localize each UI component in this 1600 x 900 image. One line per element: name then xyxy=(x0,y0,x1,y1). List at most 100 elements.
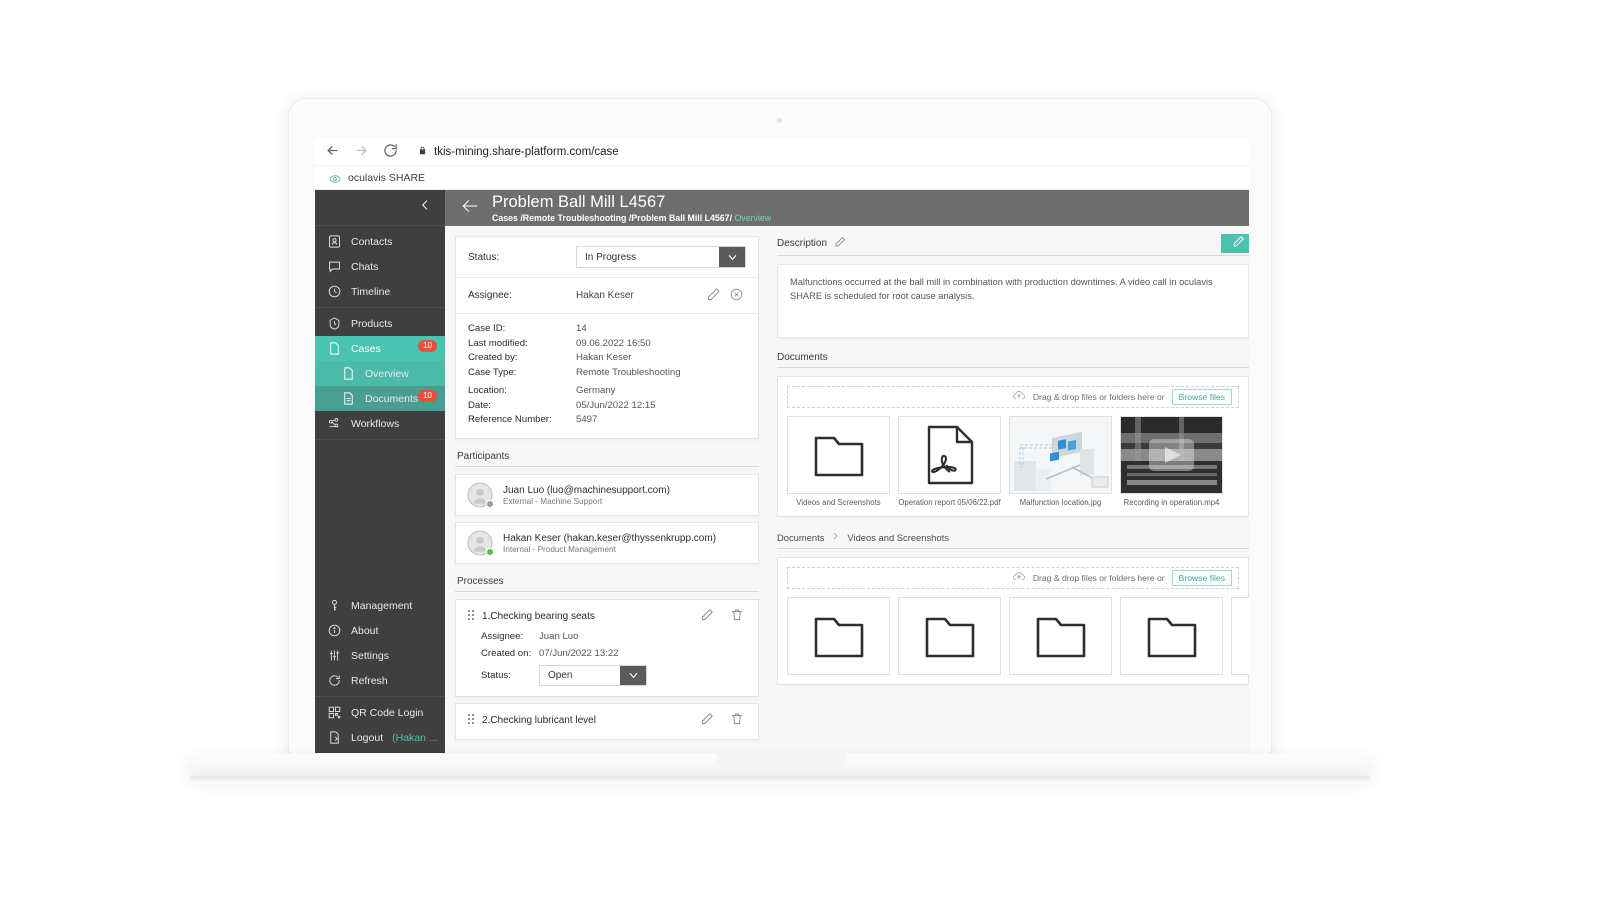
list-item[interactable] xyxy=(898,597,1001,675)
avatar xyxy=(467,482,494,509)
video-thumbnail[interactable] xyxy=(1120,416,1223,494)
remove-circle-icon[interactable] xyxy=(729,287,746,304)
sidebar-item-contacts[interactable]: Contacts xyxy=(315,229,445,254)
file-dropzone[interactable]: Drag & drop files or folders here or Bro… xyxy=(787,567,1239,589)
process-title: 2.Checking lubricant level xyxy=(482,715,596,727)
list-item[interactable]: Hakan Keser (hakan.keser@thyssenkrupp.co… xyxy=(455,522,759,565)
process-status-value: Open xyxy=(548,670,573,682)
detail-key: Reference Number: xyxy=(468,414,552,426)
sidebar-item-overview[interactable]: Overview xyxy=(315,361,445,386)
list-item: 2.Checking lubricant level xyxy=(455,703,759,741)
folder-thumbnail[interactable] xyxy=(898,597,1001,675)
reload-icon[interactable] xyxy=(383,143,398,161)
detail-row: Case Type: Remote Troubleshooting xyxy=(468,366,746,381)
folder-thumbnail[interactable] xyxy=(1231,597,1249,675)
participant-info: Juan Luo (luo@machinesupport.com) Extern… xyxy=(503,484,670,507)
pencil-icon[interactable] xyxy=(834,236,846,251)
cloud-upload-icon xyxy=(1012,569,1026,587)
page-header: Problem Ball Mill L4567 Cases /Remote Tr… xyxy=(445,190,1249,226)
chevron-down-icon[interactable] xyxy=(620,666,646,686)
breadcrumb-path[interactable]: Cases /Remote Troubleshooting /Problem B… xyxy=(492,213,734,223)
drag-handle-icon[interactable] xyxy=(467,609,475,624)
chat-bubble-icon xyxy=(327,259,342,274)
processes-section-label: Processes xyxy=(457,576,504,588)
sidebar-item-label: Documents xyxy=(365,392,419,405)
sidebar-item-about[interactable]: About xyxy=(315,618,445,643)
folder-thumbnail[interactable] xyxy=(1120,597,1223,675)
process-header: 2.Checking lubricant level xyxy=(467,712,747,729)
participant-info: Hakan Keser (hakan.keser@thyssenkrupp.co… xyxy=(503,532,716,555)
sidebar-item-timeline[interactable]: Timeline xyxy=(315,279,445,304)
list-item[interactable]: Videos and Screenshots xyxy=(787,416,890,507)
bookmark-item-oculavis[interactable]: oculavis SHARE xyxy=(348,172,425,184)
sidebar-item-documents[interactable]: Documents 10 xyxy=(315,386,445,411)
pencil-icon[interactable] xyxy=(700,712,717,729)
sidebar-item-settings[interactable]: Settings xyxy=(315,643,445,668)
list-item: 1.Checking bearing seats Assignee: Juan … xyxy=(455,599,759,698)
detail-row: Reference Number: 5497 xyxy=(468,413,746,428)
sidebar-item-products[interactable]: Products xyxy=(315,311,445,336)
divider xyxy=(777,548,1249,549)
browse-files-button[interactable]: Browse files xyxy=(1171,389,1232,405)
chevron-right-icon xyxy=(831,531,840,543)
sidebar-group-communication: Contacts Chats Timeline xyxy=(315,226,445,308)
process-status-row: Status: Open xyxy=(467,665,747,687)
sidebar-item-refresh[interactable]: Refresh xyxy=(315,668,445,693)
back-arrow-icon[interactable] xyxy=(459,197,481,219)
folder-thumbnail[interactable] xyxy=(787,416,890,494)
sidebar-item-chats[interactable]: Chats xyxy=(315,254,445,279)
drag-handle-icon[interactable] xyxy=(467,713,475,728)
pdf-thumbnail[interactable] xyxy=(898,416,1001,494)
trash-icon[interactable] xyxy=(730,712,747,729)
sidebar-item-management[interactable]: Management xyxy=(315,593,445,618)
status-badge: 10 xyxy=(418,340,437,353)
sidebar-item-logout[interactable]: Logout (Hakan ... xyxy=(315,725,445,750)
sidebar-item-label: About xyxy=(351,624,379,637)
product-shield-icon xyxy=(327,316,342,331)
dropzone-text: Drag & drop files or folders here or xyxy=(1032,392,1165,402)
detail-key: Location: xyxy=(468,385,507,397)
sidebar-item-label: QR Code Login xyxy=(351,706,424,719)
assignee-label: Assignee: xyxy=(468,290,512,301)
list-item[interactable]: Operation report 05/06/22.pdf xyxy=(898,416,1001,507)
list-item[interactable] xyxy=(787,597,890,675)
sidebar-item-cases[interactable]: Cases 10 xyxy=(315,336,445,361)
file-dropzone[interactable]: Drag & drop files or folders here or Bro… xyxy=(787,386,1239,408)
divider xyxy=(455,591,759,593)
trash-icon[interactable] xyxy=(730,608,747,625)
folder-thumbnail[interactable] xyxy=(787,597,890,675)
breadcrumb-current: Videos and Screenshots xyxy=(847,531,949,543)
list-item[interactable]: Recording in operation.mp4 xyxy=(1120,416,1223,507)
chevron-down-icon[interactable] xyxy=(719,247,745,267)
edit-case-button[interactable] xyxy=(1221,234,1249,253)
status-select[interactable]: In Progress xyxy=(576,246,746,268)
browse-files-button[interactable]: Browse files xyxy=(1171,570,1232,586)
list-item[interactable]: Malfunction location.jpg xyxy=(1009,416,1112,507)
sidebar-collapse-button[interactable] xyxy=(315,190,445,226)
back-icon[interactable] xyxy=(325,143,340,161)
process-status-select[interactable]: Open xyxy=(539,665,647,687)
sidebar-group-session: QR Code Login Logout (Hakan ... xyxy=(315,697,445,753)
address-bar[interactable]: tkis-mining.share-platform.com/case xyxy=(412,145,1239,158)
pencil-icon[interactable] xyxy=(706,287,723,304)
documents-header: Documents xyxy=(777,352,1249,363)
list-item[interactable] xyxy=(1120,597,1223,675)
presence-dot xyxy=(486,548,494,557)
sidebar-item-qr-code-login[interactable]: QR Code Login xyxy=(315,700,445,725)
divider xyxy=(455,466,759,468)
process-assignee-label: Assignee: xyxy=(481,631,524,643)
list-item[interactable] xyxy=(1231,597,1249,675)
image-thumbnail[interactable] xyxy=(1009,416,1112,494)
sidebar-item-label: Contacts xyxy=(351,235,393,248)
folder-thumbnail[interactable] xyxy=(1009,597,1112,675)
detail-value: 09.06.2022 16:50 xyxy=(576,337,651,349)
breadcrumb-root[interactable]: Documents xyxy=(777,532,824,543)
list-item[interactable] xyxy=(1009,597,1112,675)
list-item[interactable]: Juan Luo (luo@machinesupport.com) Extern… xyxy=(455,474,759,517)
oculavis-favicon xyxy=(329,172,341,184)
sidebar-item-workflows[interactable]: Workflows xyxy=(315,411,445,436)
pencil-icon[interactable] xyxy=(700,608,717,625)
page-header-titles: Problem Ball Mill L4567 Cases /Remote Tr… xyxy=(492,193,771,222)
lock-icon xyxy=(418,145,427,158)
forward-icon[interactable] xyxy=(354,143,369,161)
